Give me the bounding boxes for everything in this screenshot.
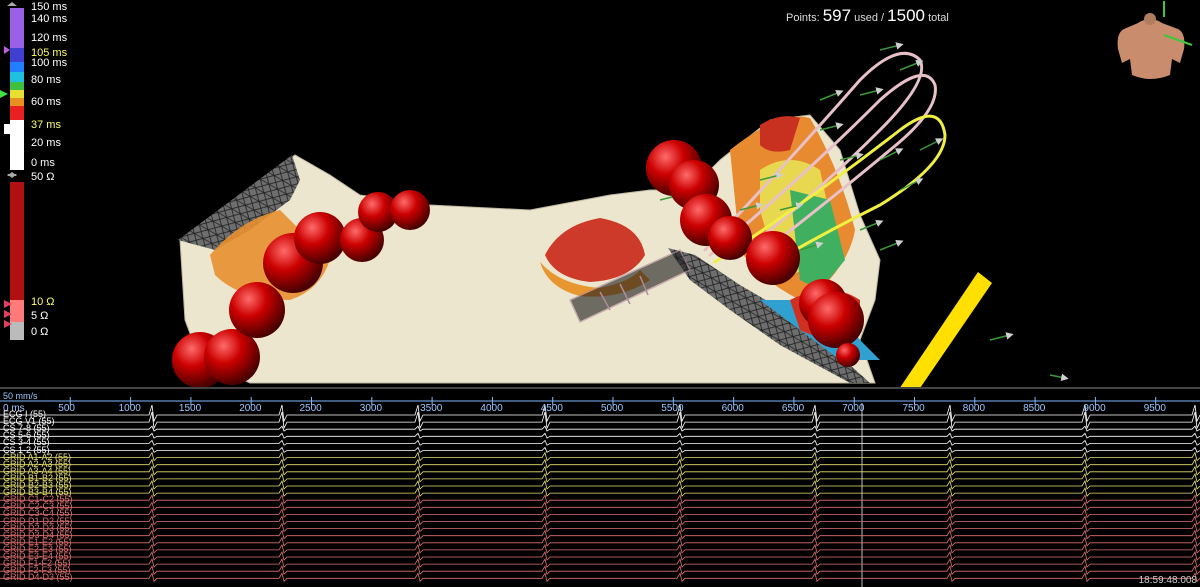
signal-trace (0, 529, 1200, 540)
signal-trace (0, 543, 1200, 554)
signal-trace (0, 558, 1200, 568)
signal-trace (0, 565, 1200, 575)
signal-trace (0, 487, 1200, 497)
points-used-label: used / (854, 12, 885, 24)
signal-trace (0, 522, 1200, 533)
points-total-label: total (928, 12, 949, 24)
lat-label-100: 100 ms (31, 57, 68, 69)
points-counter: Points: 597 used / 1500 total (786, 6, 949, 26)
imp-label-5: 5 Ω (31, 310, 49, 322)
points-used: 597 (822, 6, 852, 25)
signal-trace (0, 425, 1200, 432)
signal-trace (0, 446, 1200, 453)
signal-trace (0, 501, 1200, 512)
timeline-tick-label: 8000 (962, 403, 986, 414)
timeline-tick-label: 7500 (902, 403, 925, 414)
signal-trace (0, 572, 1200, 583)
anatomy-map-svg[interactable] (0, 0, 1200, 387)
timeline-tick-label: 9500 (1143, 403, 1166, 414)
imp-label-10: 10 Ω (31, 296, 55, 308)
signal-trace (0, 432, 1200, 439)
signal-trace (0, 472, 1200, 483)
torso-orientation-icon (1117, 1, 1193, 79)
signal-trace (0, 411, 1200, 430)
lat-label-0: 0 ms (31, 157, 55, 169)
lat-label-150: 150 ms (31, 1, 68, 13)
map-viewport[interactable]: 150 ms 140 ms 120 ms 105 ms 100 ms 80 ms… (0, 0, 1200, 387)
signal-trace (0, 515, 1200, 526)
timeline-tick-label: 4500 (540, 403, 563, 414)
lat-label-140: 140 ms (31, 13, 68, 25)
imp-label-50: 50 Ω (31, 171, 55, 183)
lat-label-20: 20 ms (31, 137, 61, 149)
signal-trace (0, 458, 1200, 469)
signal-trace (0, 494, 1200, 504)
signal-trace (0, 451, 1200, 462)
timeline-tick-label: 1500 (178, 403, 202, 414)
points-total: 1500 (887, 6, 925, 25)
imp-label-0: 0 Ω (31, 326, 49, 338)
lat-label-37: 37 ms (31, 119, 61, 131)
channel-label[interactable]: GRID D4-D3 (55) (3, 572, 73, 582)
lat-label-120: 120 ms (31, 32, 68, 44)
signal-trace (0, 479, 1200, 490)
lat-label-80: 80 ms (31, 74, 61, 86)
impedance-color-bar (4, 172, 24, 340)
timeline-tick-label: 3500 (420, 403, 443, 414)
timeline-tick-label: 2000 (239, 403, 262, 414)
timeline-tick-label: 7000 (842, 403, 865, 414)
signal-trace (0, 550, 1200, 561)
signal-trace (0, 439, 1200, 446)
signals-svg[interactable] (0, 387, 1200, 587)
timeline-tick-label: 8500 (1023, 403, 1046, 414)
signals-panel[interactable]: 50 mm/s 0 ms 500 1000 1500 2000 2500 3000 3500… (0, 387, 1200, 587)
timeline-tick-label: 3000 (359, 403, 383, 414)
signal-trace (0, 536, 1200, 547)
timeline-tick-label: 6000 (721, 403, 744, 414)
signal-trace (0, 508, 1200, 519)
lat-label-60: 60 ms (31, 96, 61, 108)
lat-color-bar (0, 2, 24, 178)
timeline-tick-label: 6500 (781, 403, 805, 414)
timeline-tick-label: 2500 (299, 403, 322, 414)
timeline-tick-label: 5500 (661, 403, 684, 414)
timeline-tick-label: 9000 (1083, 403, 1106, 414)
timeline-tick-label: 1000 (118, 403, 141, 414)
timeline-tick-label: 500 (58, 403, 75, 414)
signal-trace (0, 465, 1200, 476)
points-label: Points: (786, 12, 820, 24)
timeline-tick-label: 4000 (480, 403, 503, 414)
clock: 18:59:48.008 (1138, 575, 1197, 586)
timeline-tick-label: 5000 (601, 403, 624, 414)
pointer-arrow (900, 272, 992, 387)
sweep-speed: 50 mm/s (3, 391, 38, 401)
